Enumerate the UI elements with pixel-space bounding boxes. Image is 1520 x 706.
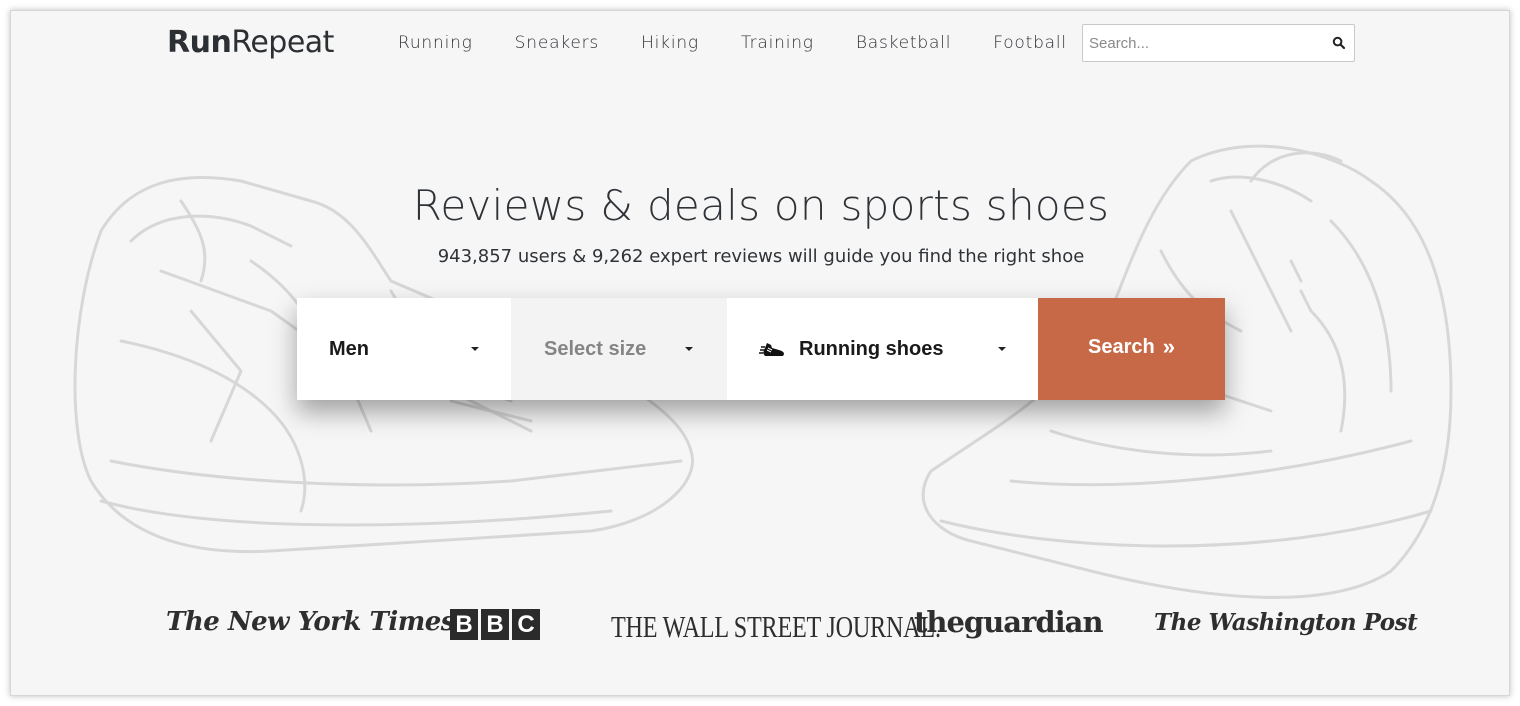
nav-item-training[interactable]: Training [741, 33, 814, 53]
double-chevron-right-icon: » [1162, 334, 1175, 359]
washington-post-logo: The Washington Post [1154, 609, 1418, 636]
nyt-logo: The New York Times [166, 607, 455, 637]
wsj-logo: THE WALL STREET JOURNAL. [611, 609, 941, 644]
main-nav: Running Sneakers Hiking Training Basketb… [398, 33, 1109, 53]
nav-item-football[interactable]: Football [993, 33, 1067, 53]
shoe-type-select[interactable]: Running shoes [727, 298, 1038, 400]
search-button-label: Search [1088, 335, 1155, 358]
caret-down-icon [998, 347, 1006, 351]
header-search [1082, 24, 1355, 62]
hero-title: Reviews & deals on sports shoes [412, 181, 1110, 230]
nav-item-basketball[interactable]: Basketball [856, 33, 951, 53]
caret-down-icon [685, 347, 693, 351]
logo-bold-text: Run [167, 25, 232, 60]
search-icon[interactable] [1332, 36, 1346, 50]
shoe-search-form: Men Select size Running shoes Search » [297, 298, 1225, 400]
guardian-logo: theguardian [914, 605, 1104, 639]
runrepeat-logo[interactable]: RunRepeat [167, 25, 334, 60]
search-button[interactable]: Search » [1038, 298, 1225, 400]
shoe-type-select-value: Running shoes [799, 337, 944, 360]
search-input[interactable] [1083, 25, 1313, 61]
gender-select[interactable]: Men [297, 298, 511, 400]
nav-item-hiking[interactable]: Hiking [641, 33, 699, 53]
bbc-logo: B B C [450, 609, 540, 640]
hero-subtitle: 943,857 users & 9,262 expert reviews wil… [437, 246, 1085, 267]
running-shoe-icon [759, 343, 784, 356]
caret-down-icon [471, 347, 479, 351]
press-logos: The New York Times B B C THE WALL STREET… [11, 605, 1509, 647]
nav-item-sneakers[interactable]: Sneakers [515, 33, 599, 53]
bbc-logo-letter: B [481, 609, 509, 640]
gender-select-value: Men [329, 337, 369, 360]
size-select[interactable]: Select size [511, 298, 727, 400]
browser-page: RunRepeat Running Sneakers Hiking Traini… [10, 10, 1510, 696]
nav-item-running[interactable]: Running [398, 33, 473, 53]
bbc-logo-letter: C [512, 609, 540, 640]
bbc-logo-letter: B [450, 609, 478, 640]
logo-light-text: Repeat [231, 25, 334, 60]
size-select-value: Select size [544, 337, 647, 360]
